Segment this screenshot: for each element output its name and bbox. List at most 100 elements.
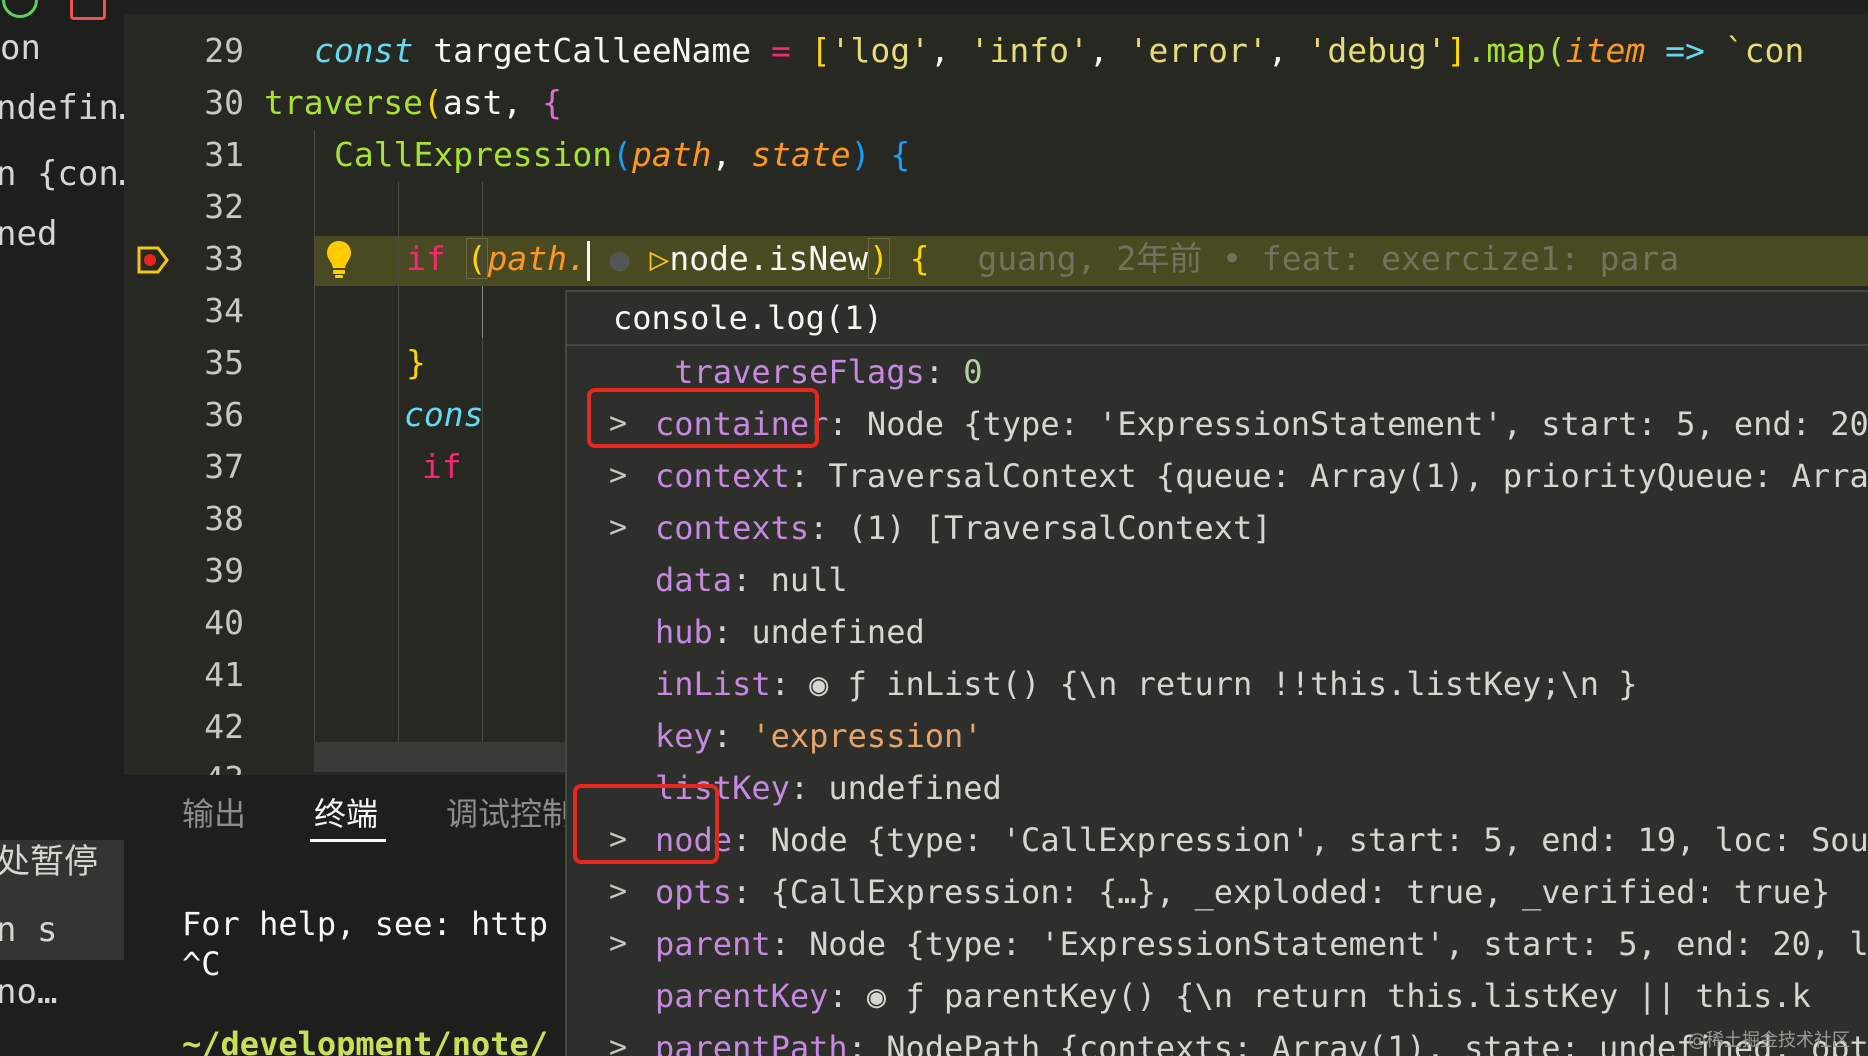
bracket: [ (790, 31, 831, 70)
expression-path: path. (487, 239, 587, 278)
property-value: Node {type: 'CallExpression', start: 5, … (770, 821, 1868, 859)
keyword-const: cons (404, 395, 484, 434)
code-line-29[interactable]: const targetCalleeName = ['log', 'info',… (314, 25, 1804, 77)
chevron-right-icon[interactable]: > (609, 866, 627, 918)
chevron-right-icon[interactable]: > (609, 1022, 627, 1056)
string-literal: 'log' (830, 31, 930, 70)
bottom-panel: 输出 终端 调试控制 For help, see: http ^C ~/deve… (124, 775, 565, 1056)
debug-hover-widget[interactable]: console.log(1) _traverseFlags: 0 > conta… (565, 290, 1868, 1056)
sidebar-variable-item[interactable]: n {con… (0, 150, 124, 198)
line-number: 32 (204, 187, 244, 226)
terminal-line: For help, see: http (182, 905, 549, 943)
hover-property-row[interactable]: > parent: Node {type: 'ExpressionStateme… (567, 918, 1868, 970)
hover-property-row[interactable]: inList: ◉ ƒ inList() {\n return !!this.l… (567, 658, 1868, 710)
eye-icon[interactable]: ◉ (809, 665, 848, 703)
chevron-right-icon[interactable]: > (609, 918, 627, 970)
line-number: 34 (204, 291, 244, 330)
stop-icon[interactable] (70, 0, 106, 20)
sidebar-variable-item[interactable]: ned (0, 210, 57, 258)
panel-tabs: 输出 终端 调试控制 (124, 775, 565, 847)
callstack-item[interactable]: no… (0, 968, 57, 1016)
bracket: ] (1446, 31, 1467, 70)
hover-property-row[interactable]: data: null (567, 554, 1868, 606)
inline-breakpoint-icon[interactable]: ▷ (649, 239, 669, 278)
property-value: undefined (751, 613, 925, 651)
hover-property-row[interactable]: > parentPath: NodePath {contexts: Array(… (567, 1022, 1868, 1056)
operator: = (770, 31, 791, 70)
keyword-const: const (314, 31, 414, 70)
eye-icon[interactable]: ◉ (867, 977, 906, 1015)
chevron-right-icon[interactable]: > (609, 450, 627, 502)
line-number: 37 (204, 447, 244, 486)
code-line-37: if (422, 441, 462, 493)
property-value: null (770, 561, 848, 599)
watermark: @稀土掘金技术社区 (1688, 1030, 1850, 1051)
hover-property-row[interactable]: key: 'expression' (567, 710, 1868, 762)
string-literal: 'error' (1128, 31, 1268, 70)
keyword-if: if (422, 447, 462, 486)
method-call: .map( (1466, 31, 1566, 70)
hover-expression: console.log(1) (613, 299, 883, 337)
brace: { (542, 83, 563, 122)
property-key: hub (655, 613, 713, 651)
hover-property-row[interactable]: parentKey: ◉ ƒ parentKey() {\n return th… (567, 970, 1868, 1022)
code-line-30[interactable]: traverse(ast, { (264, 77, 562, 129)
terminal-line: ^C (182, 945, 221, 983)
line-number: 43 (164, 753, 244, 775)
property-value: 0 (963, 353, 983, 391)
tab-debug-console[interactable]: 调试控制 (446, 789, 565, 835)
restart-icon[interactable] (2, 0, 38, 18)
sidebar-variable-item[interactable]: on (0, 24, 41, 72)
hover-property-row[interactable]: > contexts: (1) [TraversalContext] (567, 502, 1868, 554)
method-name: CallExpression (334, 135, 613, 174)
tab-terminal[interactable]: 终端 (314, 789, 378, 835)
property-key: parentPath (655, 1029, 848, 1056)
line-number: 31 (204, 135, 244, 174)
hover-property-row[interactable]: hub: undefined (567, 606, 1868, 658)
brace: } (406, 343, 426, 382)
hover-property-row[interactable]: > opts: {CallExpression: {…}, _exploded:… (567, 866, 1868, 918)
property-value: Node {type: 'ExpressionStatement', start… (809, 925, 1868, 963)
property-value: (1) [TraversalContext] (847, 509, 1272, 547)
template-literal: `con (1724, 31, 1805, 70)
debug-sidebar: on ndefin… n {con… ned 处暂停 n s no… (0, 0, 124, 1056)
property-key: _traverseFlags (655, 353, 925, 391)
property-value: ƒ parentKey() {\n return this.listKey ||… (905, 977, 1811, 1015)
paused-on-label: 处暂停 (0, 842, 98, 882)
param: item (1565, 31, 1646, 70)
property-value: undefined (828, 769, 1002, 807)
line-number: 36 (204, 395, 244, 434)
param: state (751, 135, 851, 174)
property-key: inList (655, 665, 771, 703)
hover-expression-header: console.log(1) (567, 292, 1868, 346)
param: path (632, 135, 712, 174)
brace: { (909, 239, 930, 278)
line-number: 42 (204, 707, 244, 746)
callstack-item[interactable]: n s (0, 906, 57, 954)
property-key: parentKey (655, 977, 829, 1015)
hover-property-row[interactable]: listKey: undefined (567, 762, 1868, 814)
code-line-33[interactable]: if (path. ● ▷node.isNew) { guang, 2年前 • … (406, 233, 1679, 287)
property-value: 'expression' (751, 717, 983, 755)
code-line-36: cons (404, 389, 483, 441)
identifier: targetCalleeName (413, 31, 771, 70)
line-number: 35 (204, 343, 244, 382)
line-number: 29 (204, 31, 244, 70)
property-value: ƒ inList() {\n return !!this.listKey;\n … (847, 665, 1638, 703)
property-key: contexts (655, 509, 810, 547)
code-line-31[interactable]: CallExpression(path, state) { (334, 129, 910, 181)
string-literal: 'debug' (1307, 31, 1447, 70)
line-number: 41 (204, 655, 244, 694)
hover-property-row[interactable]: > context: TraversalContext {queue: Arra… (567, 450, 1868, 502)
annotation-box-container (587, 388, 819, 448)
terminal-prompt-path: ~/development/note/ (182, 1025, 549, 1056)
line-number: 40 (204, 603, 244, 642)
line-number: 39 (204, 551, 244, 590)
chevron-right-icon[interactable]: > (609, 502, 627, 554)
property-key: context (655, 457, 790, 495)
property-key: parent (655, 925, 771, 963)
tab-output[interactable]: 输出 (182, 789, 246, 835)
editor-tab-strip (124, 0, 1868, 14)
sidebar-variable-item[interactable]: ndefin… (0, 84, 124, 132)
hover-property-row[interactable]: > node: Node {type: 'CallExpression', st… (567, 814, 1868, 866)
